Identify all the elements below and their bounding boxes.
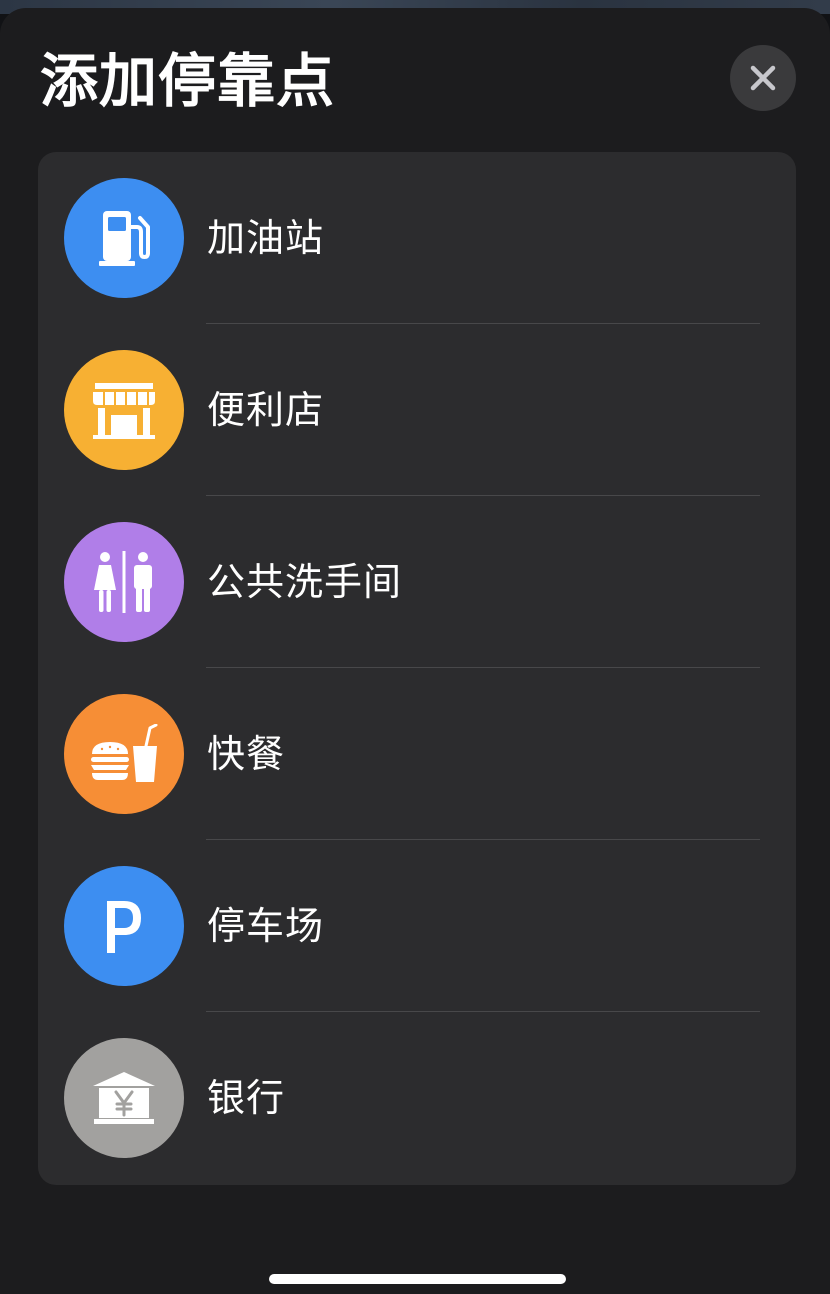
list-item-gas-station[interactable]: 加油站 [38, 152, 796, 324]
stop-category-list: 加油站 便利店 公共洗手间 快餐 停车场 银行 [38, 152, 796, 1185]
restroom-icon-circle [64, 522, 184, 642]
fast-food-label: 快餐 [207, 732, 286, 776]
home-indicator [269, 1274, 566, 1284]
list-item-fast-food[interactable]: 快餐 [38, 668, 796, 840]
convenience-store-icon-circle [64, 350, 184, 470]
burger-drink-icon [91, 724, 158, 782]
close-button[interactable] [730, 45, 796, 111]
restroom-icon [94, 551, 152, 613]
parking-icon-circle [64, 866, 184, 986]
gas-station-icon-circle [64, 178, 184, 298]
gas-station-label: 加油站 [207, 216, 325, 260]
restroom-label: 公共洗手间 [207, 560, 403, 604]
bank-icon-circle [64, 1038, 184, 1158]
storefront-icon [93, 383, 155, 439]
convenience-store-label: 便利店 [207, 388, 325, 432]
parking-icon [107, 901, 141, 953]
parking-label: 停车场 [207, 904, 325, 948]
list-item-convenience-store[interactable]: 便利店 [38, 324, 796, 496]
add-stop-sheet: 添加停靠点 加油站 便利店 公共洗手间 快餐 停车场 银行 [0, 8, 830, 1294]
list-item-parking[interactable]: 停车场 [38, 840, 796, 1012]
fast-food-icon-circle [64, 694, 184, 814]
bank-label: 银行 [207, 1076, 286, 1120]
fuel-pump-icon [99, 211, 150, 266]
xmark-icon [750, 65, 776, 91]
bank-yen-icon [93, 1072, 155, 1124]
sheet-title: 添加停靠点 [40, 47, 336, 115]
list-item-restroom[interactable]: 公共洗手间 [38, 496, 796, 668]
list-item-bank[interactable]: 银行 [38, 1012, 796, 1184]
